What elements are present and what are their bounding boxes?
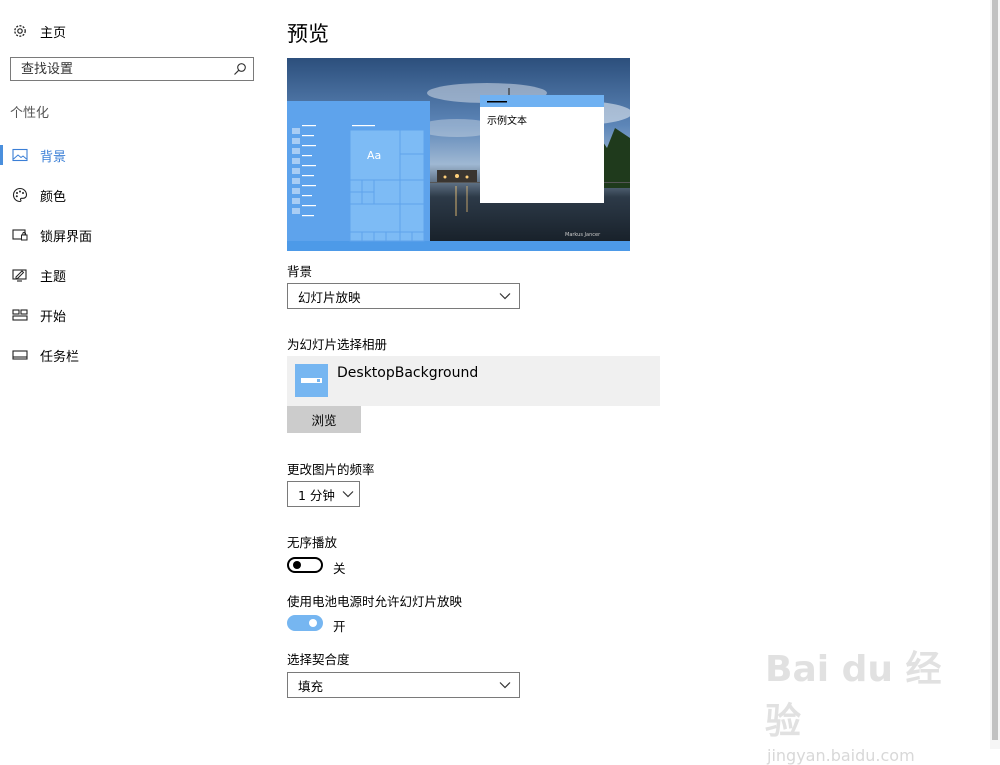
fit-value: 填充 — [298, 678, 324, 694]
sidebar-item-label: 锁屏界面 — [40, 229, 93, 245]
sidebar-item-taskbar[interactable]: 任务栏 — [0, 340, 270, 380]
background-value: 幻灯片放映 — [298, 289, 361, 305]
watermark: Bai du 经验 jingyan.baidu.com — [765, 640, 955, 765]
home-link[interactable]: 主页 — [12, 21, 66, 41]
svg-text:Markus Jancer: Markus Jancer — [565, 232, 601, 238]
sidebar-item-label: 开始 — [40, 309, 67, 325]
shuffle-toggle[interactable] — [287, 557, 323, 573]
sidebar-item-label: 任务栏 — [40, 349, 80, 365]
battery-toggle[interactable] — [287, 615, 323, 631]
selection-indicator — [0, 225, 3, 245]
theme-icon — [12, 267, 28, 283]
watermark-logo: Bai du 经验 — [765, 649, 942, 742]
sidebar-item-colors[interactable]: 颜色 — [0, 180, 270, 220]
nav-list: 背景 颜色 锁屏界面 主题 开始 任务栏 — [0, 140, 270, 380]
fit-label: 选择契合度 — [287, 652, 350, 667]
battery-label: 使用电池电源时允许幻灯片放映 — [287, 594, 463, 609]
browse-button[interactable]: 浏览 — [287, 406, 361, 433]
scrollbar-thumb[interactable] — [992, 0, 998, 740]
start-icon — [12, 307, 28, 323]
palette-icon — [12, 187, 28, 203]
album-label: 为幻灯片选择相册 — [287, 337, 388, 352]
selection-indicator — [0, 185, 3, 205]
scrollbar[interactable] — [990, 0, 1000, 749]
selection-indicator — [0, 345, 3, 365]
toggle-knob — [309, 619, 317, 627]
taskbar-icon — [12, 347, 28, 363]
fit-dropdown[interactable]: 填充 — [287, 672, 520, 698]
album-name: DesktopBackground — [337, 365, 479, 381]
sidebar-item-label: 主题 — [40, 269, 67, 285]
chevron-down-icon — [342, 491, 354, 498]
sidebar-item-lock-screen[interactable]: 锁屏界面 — [0, 220, 270, 260]
sidebar-item-label: 背景 — [40, 149, 67, 165]
frequency-dropdown[interactable]: 1 分钟 — [287, 481, 360, 507]
search-icon — [234, 63, 246, 75]
album-item[interactable]: DesktopBackground — [287, 356, 660, 406]
section-title: 个性化 — [10, 106, 50, 121]
sidebar: 主页 个性化 背景 — [0, 0, 270, 749]
selection-indicator — [0, 305, 3, 325]
sidebar-item-start[interactable]: 开始 — [0, 300, 270, 340]
search-box[interactable] — [10, 57, 254, 81]
toggle-knob — [293, 561, 301, 569]
preview-sample-text: 示例文本 — [487, 116, 527, 127]
preview-image: Markus Jancer — [287, 58, 630, 251]
selection-indicator — [0, 145, 3, 165]
sidebar-item-label: 颜色 — [40, 189, 67, 205]
battery-state: 开 — [333, 619, 346, 634]
sidebar-item-themes[interactable]: 主题 — [0, 260, 270, 300]
page-title: 预览 — [287, 22, 329, 46]
shuffle-state: 关 — [333, 561, 346, 576]
shuffle-label: 无序播放 — [287, 535, 338, 550]
sidebar-item-background[interactable]: 背景 — [0, 140, 270, 180]
chevron-down-icon — [499, 293, 511, 300]
background-label: 背景 — [287, 264, 313, 279]
frequency-value: 1 分钟 — [298, 487, 335, 503]
background-dropdown[interactable]: 幻灯片放映 — [287, 283, 520, 309]
home-label: 主页 — [40, 25, 67, 41]
search-input[interactable] — [19, 60, 233, 78]
preview-tile-text: Aa — [367, 149, 382, 162]
chevron-down-icon — [499, 682, 511, 689]
gear-icon — [12, 23, 28, 39]
picture-icon — [12, 147, 28, 163]
frequency-label: 更改图片的频率 — [287, 462, 375, 477]
folder-icon — [295, 364, 328, 397]
lock-screen-icon — [12, 227, 28, 243]
desktop-preview: Markus Jancer Aa 示例文本 — [287, 58, 630, 251]
selection-indicator — [0, 265, 3, 285]
